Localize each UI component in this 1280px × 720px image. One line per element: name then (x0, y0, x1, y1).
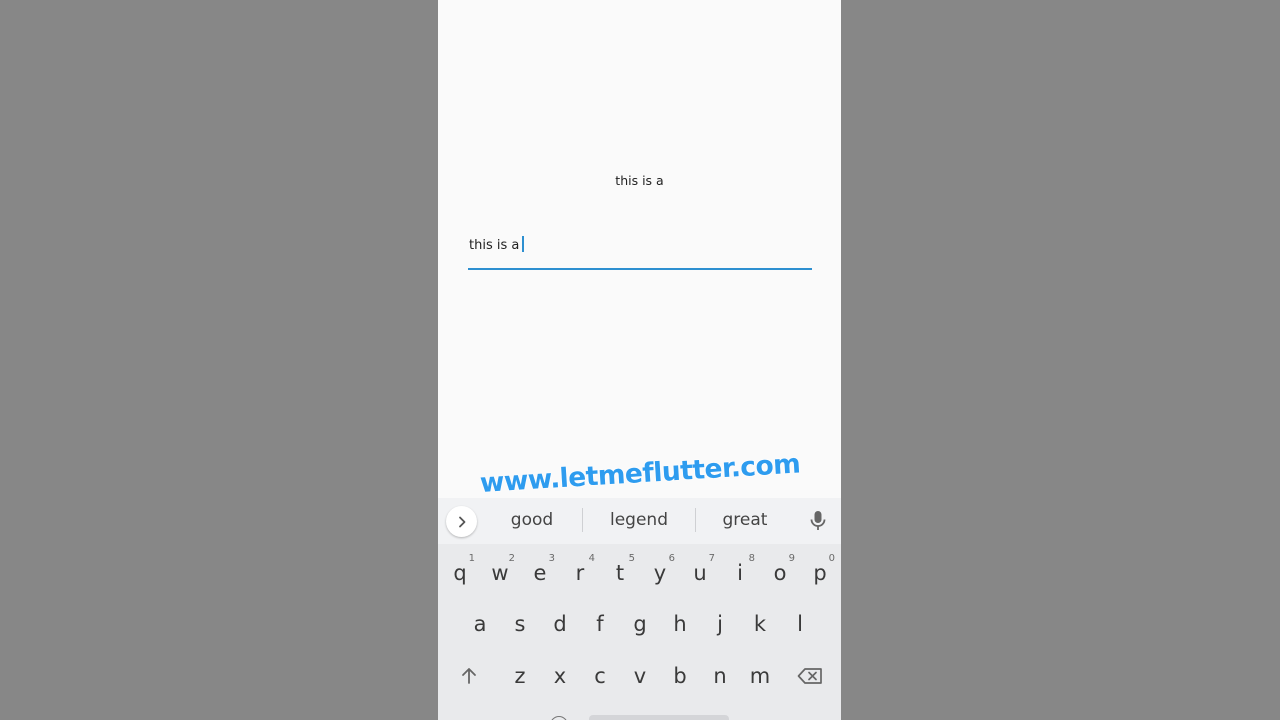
onscreen-keyboard: good legend great q1w2e3r4t5y6u7i8o9p0 a… (438, 498, 841, 720)
key-a[interactable]: a (460, 601, 500, 647)
watermark: www.letmeflutter.com (479, 448, 802, 499)
key-h[interactable]: h (660, 601, 700, 647)
key-number-hint: 7 (708, 553, 715, 564)
key-x[interactable]: x (540, 653, 580, 699)
key-number-hint: 0 (828, 553, 835, 564)
text-input-field[interactable]: this is a (468, 233, 812, 270)
key-label: t (615, 561, 625, 585)
key-label: w (491, 561, 509, 585)
suggestion-divider (582, 508, 583, 532)
key-p[interactable]: p0 (800, 550, 840, 596)
key-number-hint: 5 (628, 553, 635, 564)
key-number-hint: 4 (588, 553, 595, 564)
key-m[interactable]: m (740, 653, 780, 699)
key-number-hint: 8 (748, 553, 755, 564)
text-input-value: this is a (469, 238, 520, 253)
key-o[interactable]: o9 (760, 550, 800, 596)
key-label: e (533, 561, 547, 585)
key-s[interactable]: s (500, 601, 540, 647)
key-label: i (737, 561, 743, 585)
echoed-text: this is a (615, 173, 664, 188)
suggestion-good[interactable]: good (496, 510, 568, 530)
key-number-hint: 9 (788, 553, 795, 564)
key-j[interactable]: j (700, 601, 740, 647)
chevron-right-icon (458, 516, 465, 527)
key-number-hint: 3 (548, 553, 555, 564)
suggestion-legend[interactable]: legend (598, 510, 680, 530)
key-number-hint: 2 (508, 553, 515, 564)
shift-key[interactable] (449, 653, 489, 699)
key-d[interactable]: d (540, 601, 580, 647)
key-u[interactable]: u7 (680, 550, 720, 596)
key-n[interactable]: n (700, 653, 740, 699)
key-label: p (813, 561, 827, 585)
key-b[interactable]: b (660, 653, 700, 699)
key-z[interactable]: z (500, 653, 540, 699)
key-e[interactable]: e3 (520, 550, 560, 596)
key-g[interactable]: g (620, 601, 660, 647)
spacebar[interactable] (589, 715, 729, 720)
microphone-icon[interactable] (809, 509, 827, 533)
expand-toolbar-button[interactable] (446, 506, 477, 537)
key-i[interactable]: i8 (720, 550, 760, 596)
suggestion-great[interactable]: great (709, 510, 781, 530)
suggestion-bar: good legend great (438, 498, 841, 544)
key-label: q (453, 561, 467, 585)
key-y[interactable]: y6 (640, 550, 680, 596)
key-k[interactable]: k (740, 601, 780, 647)
text-cursor (522, 236, 525, 252)
key-v[interactable]: v (620, 653, 660, 699)
key-number-hint: 1 (468, 553, 475, 564)
suggestion-divider (695, 508, 696, 532)
key-r[interactable]: r4 (560, 550, 600, 596)
key-c[interactable]: c (580, 653, 620, 699)
key-l[interactable]: l (780, 601, 820, 647)
phone-screen: this is a this is a www.letmeflutter.com… (438, 0, 841, 720)
key-label: r (575, 561, 585, 585)
key-f[interactable]: f (580, 601, 620, 647)
shift-arrow-icon (462, 668, 476, 684)
key-number-hint: 6 (668, 553, 675, 564)
key-label: y (653, 561, 667, 585)
key-label: o (773, 561, 787, 585)
key-t[interactable]: t5 (600, 550, 640, 596)
key-label: u (693, 561, 707, 585)
backspace-icon (797, 668, 822, 684)
key-q[interactable]: q1 (440, 550, 480, 596)
backspace-key[interactable] (790, 653, 830, 699)
key-w[interactable]: w2 (480, 550, 520, 596)
